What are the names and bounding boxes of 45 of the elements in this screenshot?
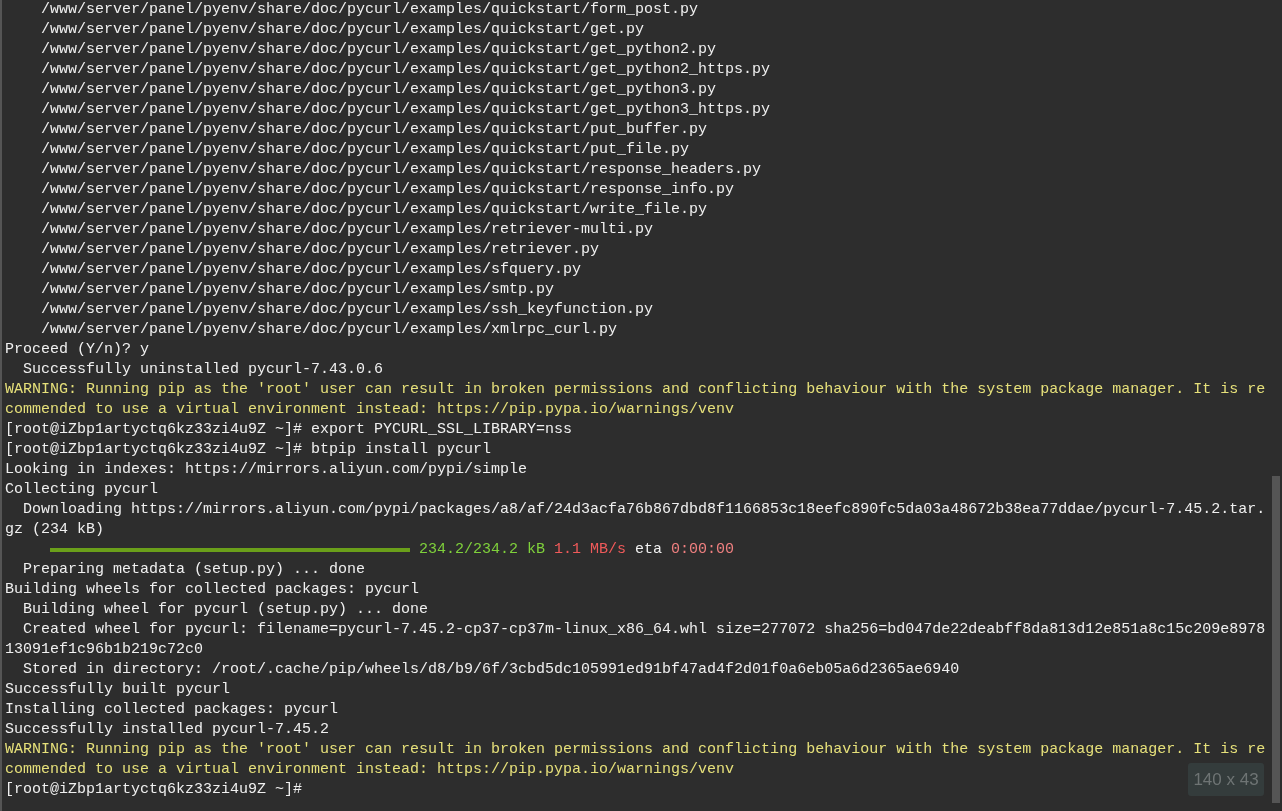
terminal-text: 1.1 MB/s bbox=[553, 540, 627, 560]
terminal-text: Stored in directory: /root/.cache/pip/wheels/d8/b9/6f/3cbd5dc105991ed91bf47ad4f2d01f0a6eb05a6d2365ae6940 bbox=[22, 660, 960, 680]
terminal-text: eta bbox=[634, 540, 664, 560]
terminal-text: commended to use a virtual environment instead: https://pip.pypa.io/warnings/venv bbox=[5, 400, 735, 420]
terminal-text: Looking in indexes: https://mirrors.aliyun.com/pypi/simple bbox=[5, 460, 528, 480]
terminal-text: [root@iZbp1artyctq6kz33zi4u9Z ~]# bbox=[5, 780, 303, 800]
terminal-text: Installing collected packages: pycurl bbox=[5, 700, 339, 720]
terminal-text: /www/server/panel/pyenv/share/doc/pycurl/examples/retriever.py bbox=[40, 240, 600, 260]
terminal-text: [root@iZbp1artyctq6kz33zi4u9Z ~]# btpip install pycurl bbox=[5, 440, 492, 460]
terminal-text: WARNING: Running pip as the 'root' user can result in broken permissions and conflicting behaviour with the system package manager. It is re bbox=[5, 380, 1266, 400]
terminal-size-badge: 140 x 43 bbox=[1188, 763, 1264, 796]
terminal-text: /www/server/panel/pyenv/share/doc/pycurl/examples/sfquery.py bbox=[40, 260, 582, 280]
terminal-text: Successfully installed pycurl-7.45.2 bbox=[5, 720, 330, 740]
terminal-text: 234.2/234.2 kB bbox=[418, 540, 546, 560]
terminal-text: /www/server/panel/pyenv/share/doc/pycurl/examples/quickstart/put_buffer.py bbox=[40, 120, 708, 140]
terminal-text: /www/server/panel/pyenv/share/doc/pycurl/examples/quickstart/get_python2.py bbox=[40, 40, 717, 60]
terminal-text: Downloading https://mirrors.aliyun.com/pypi/packages/a8/af/24d3acfa76b867dbd8f1166853c18eefc890fc5da03a48672b38ea77ddae/pycurl-7.45.2.tar. bbox=[22, 500, 1266, 520]
terminal-text: Successfully built pycurl bbox=[5, 680, 231, 700]
terminal-text: Proceed (Y/n)? y bbox=[5, 340, 150, 360]
terminal-text: /www/server/panel/pyenv/share/doc/pycurl/examples/quickstart/write_file.py bbox=[40, 200, 708, 220]
terminal-text: commended to use a virtual environment instead: https://pip.pypa.io/warnings/venv bbox=[5, 760, 735, 780]
terminal-text: /www/server/panel/pyenv/share/doc/pycurl/examples/quickstart/response_info.py bbox=[40, 180, 735, 200]
terminal-text: /www/server/panel/pyenv/share/doc/pycurl/examples/ssh_keyfunction.py bbox=[40, 300, 654, 320]
terminal-text: gz (234 kB) bbox=[5, 520, 105, 540]
terminal-text: Created wheel for pycurl: filename=pycurl-7.45.2-cp37-cp37m-linux_x86_64.whl size=277072 sha256=bd047de22deabff8da813d12e851a8c15c209e8978 bbox=[22, 620, 1266, 640]
terminal-text: Successfully uninstalled pycurl-7.43.0.6 bbox=[22, 360, 384, 380]
terminal-text: 0:00:00 bbox=[671, 540, 735, 560]
terminal-text: /www/server/panel/pyenv/share/doc/pycurl/examples/quickstart/get_python2_https.py bbox=[40, 60, 771, 80]
terminal-text: 13091ef1c96b1b219c72c0 bbox=[5, 640, 204, 660]
terminal-text: /www/server/panel/pyenv/share/doc/pycurl/examples/xmlrpc_curl.py bbox=[40, 320, 618, 340]
terminal-text: /www/server/panel/pyenv/share/doc/pycurl/examples/smtp.py bbox=[40, 280, 555, 300]
terminal-text: Building wheel for pycurl (setup.py) ... done bbox=[22, 600, 429, 620]
terminal-text: Collecting pycurl bbox=[5, 480, 159, 500]
terminal-text: /www/server/panel/pyenv/share/doc/pycurl/examples/quickstart/response_headers.py bbox=[40, 160, 762, 180]
terminal-text: /www/server/panel/pyenv/share/doc/pycurl/examples/quickstart/get_python3_https.py bbox=[40, 100, 771, 120]
terminal-text: Building wheels for collected packages: pycurl bbox=[5, 580, 420, 600]
terminal-text: [root@iZbp1artyctq6kz33zi4u9Z ~]# export PYCURL_SSL_LIBRARY=nss bbox=[5, 420, 573, 440]
scrollbar-thumb[interactable] bbox=[1272, 476, 1280, 803]
terminal-text: Preparing metadata (setup.py) ... done bbox=[22, 560, 366, 580]
terminal-text: WARNING: Running pip as the 'root' user can result in broken permissions and conflicting behaviour with the system package manager. It is re bbox=[5, 740, 1266, 760]
terminal-text: /www/server/panel/pyenv/share/doc/pycurl/examples/quickstart/get.py bbox=[40, 20, 645, 40]
terminal-text: /www/server/panel/pyenv/share/doc/pycurl/examples/quickstart/form_post.py bbox=[40, 0, 699, 20]
terminal-text: /www/server/panel/pyenv/share/doc/pycurl/examples/retriever-multi.py bbox=[40, 220, 654, 240]
terminal-text: /www/server/panel/pyenv/share/doc/pycurl/examples/quickstart/get_python3.py bbox=[40, 80, 717, 100]
terminal-text: /www/server/panel/pyenv/share/doc/pycurl/examples/quickstart/put_file.py bbox=[40, 140, 690, 160]
